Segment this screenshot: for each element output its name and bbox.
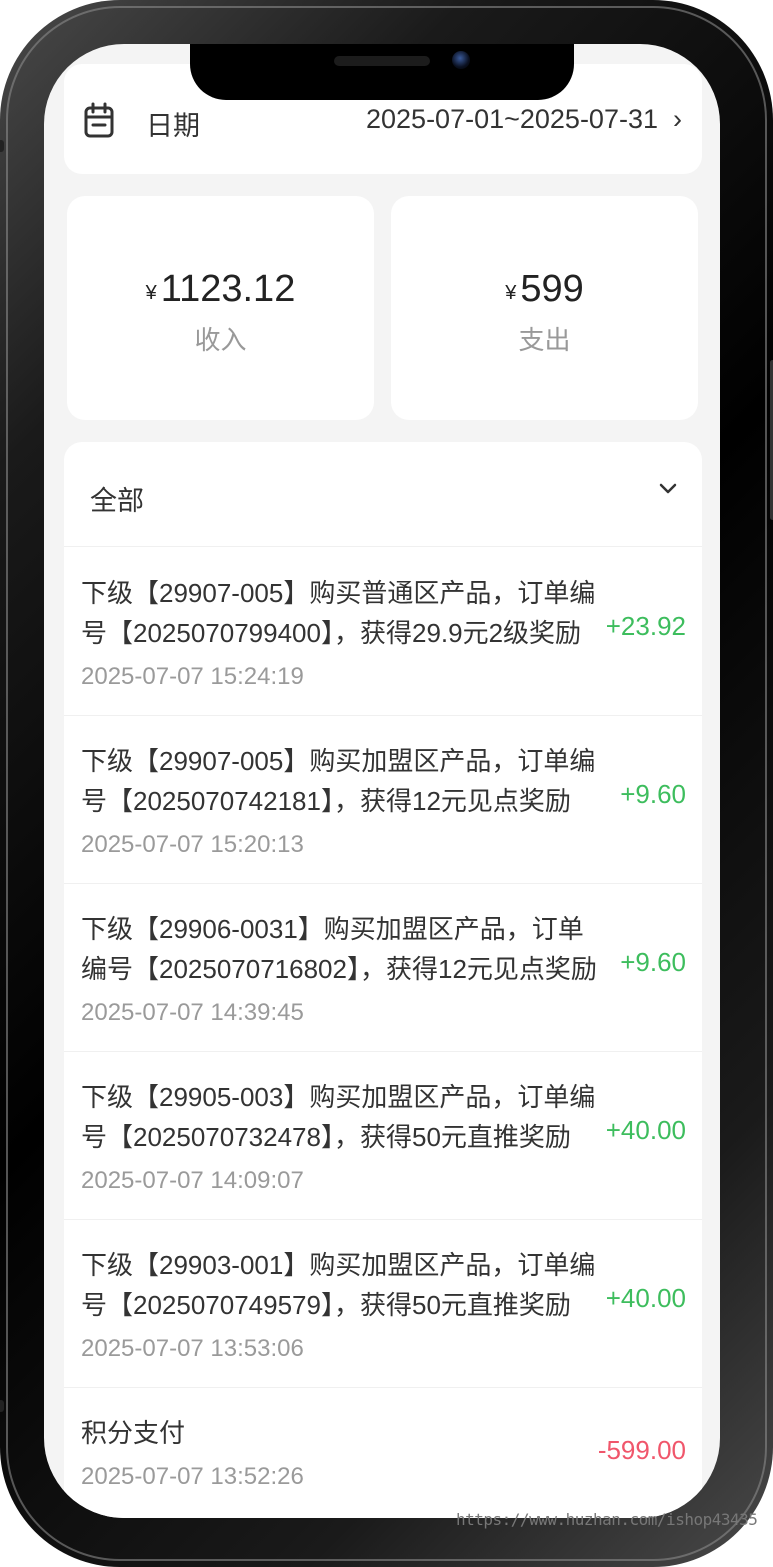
- speaker-grille: [334, 56, 430, 66]
- watermark: https://www.huzhan.com/ishop43435: [456, 1510, 758, 1529]
- date-range[interactable]: 2025-07-01~2025-07-31: [366, 104, 658, 135]
- transaction-amount: +40.00: [605, 1283, 686, 1313]
- transaction-row: 下级【29905-003】购买加盟区产品，订单编号【2025070732478】…: [64, 1051, 702, 1220]
- transaction-description: 下级【29907-005】购买普通区产品，订单编号【2025070799400】…: [81, 578, 596, 648]
- income-summary: ¥1123.12 收入: [67, 196, 374, 420]
- transaction-description: 积分支付: [81, 1418, 186, 1448]
- expense-value: ¥599: [505, 268, 584, 310]
- transaction-amount: +9.60: [620, 947, 686, 977]
- transaction-time: 2025-07-07 14:39:45: [81, 999, 304, 1026]
- transaction-row: 下级【29907-005】购买普通区产品，订单编号【2025070799400】…: [64, 547, 702, 716]
- calendar-icon: [84, 102, 114, 143]
- date-label: 日期: [146, 111, 200, 141]
- expense-summary: ¥599 支出: [391, 196, 698, 420]
- expense-label: 支出: [518, 325, 571, 355]
- transaction-row: 积分支付 2025-07-07 13:52:26 -599.00: [64, 1387, 702, 1518]
- currency-symbol: ¥: [505, 282, 517, 304]
- transaction-time: 2025-07-07 15:20:13: [81, 831, 304, 858]
- transaction-description: 下级【29907-005】购买加盟区产品，订单编号【2025070742181】…: [81, 746, 596, 816]
- transaction-time: 2025-07-07 13:53:06: [81, 1335, 304, 1362]
- transaction-row: 下级【29903-001】购买加盟区产品，订单编号【2025070749579】…: [64, 1219, 702, 1388]
- phone-screen: 日期 2025-07-01~2025-07-31 › ¥1123.12 收入 ¥…: [44, 44, 720, 1518]
- income-value: ¥1123.12: [145, 268, 296, 310]
- side-button: [0, 1400, 4, 1412]
- chevron-right-icon: ›: [673, 104, 682, 134]
- phone-notch: [190, 44, 574, 100]
- type-filter-dropdown[interactable]: 全部: [64, 442, 702, 547]
- transaction-description: 下级【29905-003】购买加盟区产品，订单编号【2025070732478】…: [81, 1082, 596, 1152]
- transaction-list: 全部 下级【29907-005】购买普通区产品，订单编号【20250707994…: [64, 442, 702, 1518]
- chevron-down-icon: [658, 482, 678, 501]
- transaction-time: 2025-07-07 13:52:26: [81, 1463, 304, 1490]
- transaction-amount: +40.00: [605, 1115, 686, 1145]
- income-label: 收入: [194, 325, 247, 355]
- transaction-amount: -599.00: [597, 1435, 686, 1465]
- transaction-time: 2025-07-07 15:24:19: [81, 663, 304, 690]
- transaction-amount: +23.92: [605, 611, 686, 641]
- transaction-description: 下级【29906-0031】购买加盟区产品，订单编号【2025070716802…: [81, 914, 597, 984]
- transaction-amount: +9.60: [620, 779, 686, 809]
- transaction-description: 下级【29903-001】购买加盟区产品，订单编号【2025070749579】…: [81, 1250, 596, 1320]
- type-filter-label: 全部: [90, 486, 144, 516]
- currency-symbol: ¥: [145, 282, 157, 304]
- side-button: [0, 140, 4, 152]
- transaction-time: 2025-07-07 14:09:07: [81, 1167, 304, 1194]
- transaction-row: 下级【29906-0031】购买加盟区产品，订单编号【2025070716802…: [64, 883, 702, 1052]
- transaction-row: 下级【29907-005】购买加盟区产品，订单编号【2025070742181】…: [64, 715, 702, 884]
- camera-icon: [452, 51, 470, 69]
